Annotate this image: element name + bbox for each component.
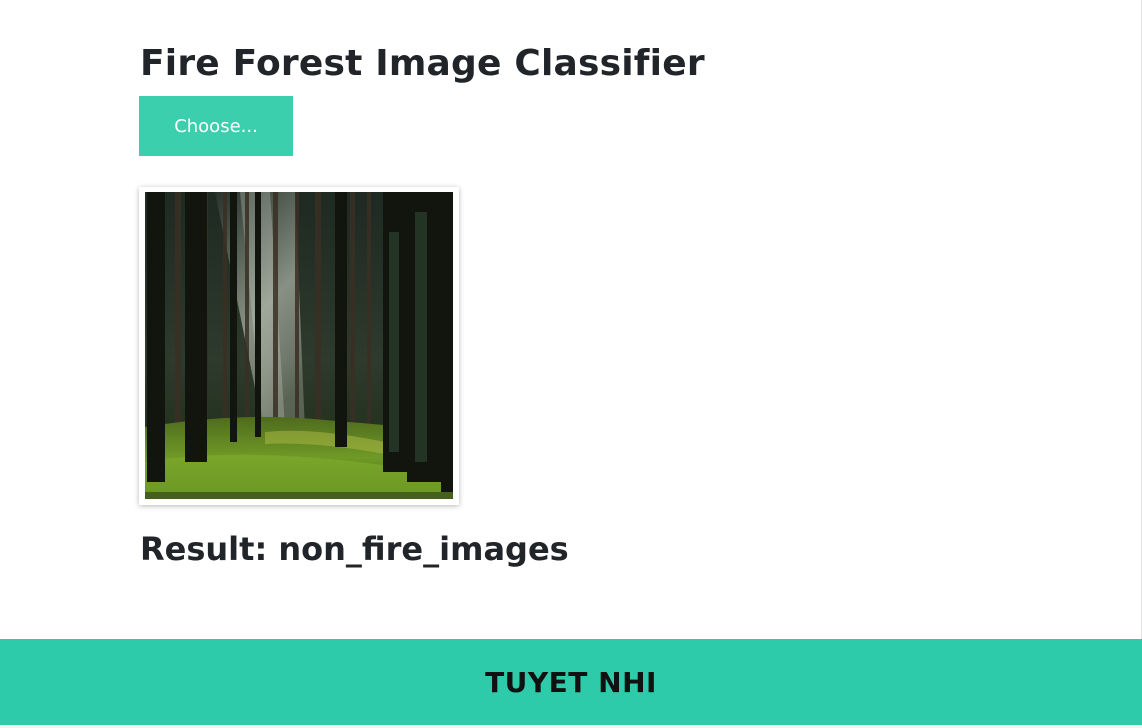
footer-author: TUYET NHI: [485, 665, 657, 699]
page-title: Fire Forest Image Classifier: [140, 43, 705, 84]
footer: TUYET NHI: [0, 639, 1142, 725]
main-content: Fire Forest Image Classifier Choose... R…: [139, 40, 1040, 568]
forest-photo-icon: [145, 192, 453, 499]
forest-image-preview: [145, 192, 453, 499]
image-preview-frame: [139, 187, 459, 505]
classification-result: Result: non_fire_images: [140, 530, 569, 568]
choose-file-button[interactable]: Choose...: [139, 96, 293, 156]
page: Fire Forest Image Classifier Choose... R…: [0, 0, 1142, 728]
